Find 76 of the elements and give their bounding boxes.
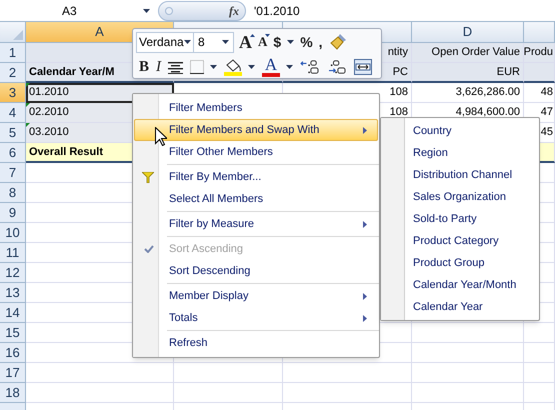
dropdown-caret-icon (143, 8, 150, 12)
funnel-icon (142, 172, 154, 182)
merge-cells-icon (354, 59, 372, 75)
borders-icon (190, 60, 204, 74)
row-header[interactable]: 4 (0, 103, 26, 123)
center-align-icon (168, 60, 184, 74)
submenu-item[interactable]: Distribution Channel (381, 164, 539, 186)
table-cell: Produ (524, 43, 555, 63)
table-cell: EUR (412, 63, 524, 83)
table-cell: 48 (524, 83, 555, 103)
row-header[interactable]: 18 (0, 383, 26, 403)
dropdown-caret-icon (286, 65, 294, 69)
table-cell (524, 363, 555, 383)
grow-font-button[interactable]: A (236, 31, 255, 53)
menu-item[interactable]: Select All Members (134, 188, 378, 210)
menu-item[interactable]: Sort Descending (134, 260, 378, 282)
row-header[interactable]: 10 (0, 223, 26, 243)
row-header[interactable]: 6 (0, 143, 26, 163)
decrease-decimal-icon (327, 59, 348, 75)
row-header[interactable]: 17 (0, 363, 26, 383)
submenu-item[interactable]: Calendar Year/Month (381, 274, 539, 296)
row-header[interactable]: 14 (0, 303, 26, 323)
down-caret-icon (265, 34, 270, 37)
font-size-dropdown[interactable]: 8 (194, 32, 234, 52)
submenu-item[interactable]: Region (381, 142, 539, 164)
row-header[interactable]: 15 (0, 323, 26, 343)
submenu-arrow-icon (363, 220, 367, 228)
submenu-item[interactable]: Sales Organization (381, 186, 539, 208)
row-header[interactable]: 2 (0, 63, 26, 83)
paintbrush-icon (328, 33, 347, 51)
row-header[interactable]: 7 (0, 163, 26, 183)
row-header[interactable]: 11 (0, 243, 26, 263)
submenu-item[interactable]: Calendar Year (381, 296, 539, 318)
row-header[interactable]: 9 (0, 203, 26, 223)
table-cell: 3,626,286.00 (412, 83, 524, 103)
table-cell (524, 63, 555, 83)
table-cell: Open Order Value (412, 43, 524, 63)
color-bar-icon (262, 73, 280, 77)
dropdown-caret-icon (248, 65, 256, 69)
paint-bucket-icon (224, 58, 242, 76)
row-header[interactable]: 13 (0, 283, 26, 303)
menu-item[interactable]: Member Display (134, 285, 378, 307)
formula-input[interactable]: '01.2010 (254, 2, 300, 20)
font-name-dropdown[interactable]: Verdana (136, 32, 194, 52)
submenu-arrow-icon (363, 126, 367, 134)
row-header[interactable]: 1 (0, 43, 26, 63)
menu-item[interactable]: Refresh (134, 332, 378, 354)
dropdown-caret-icon (210, 65, 218, 69)
mouse-cursor-icon (155, 127, 167, 146)
submenu-arrow-icon (363, 292, 367, 300)
row-header[interactable]: 3 (0, 83, 26, 103)
function-label[interactable]: fx (229, 2, 239, 20)
submenu-arrow-icon (363, 314, 367, 322)
up-caret-icon (250, 34, 255, 37)
row-header[interactable]: 12 (0, 263, 26, 283)
row-header[interactable]: 5 (0, 123, 26, 143)
menu-item[interactable]: Filter Members and Swap With (134, 119, 378, 141)
corner-triangle-icon (13, 30, 23, 40)
row-header[interactable]: 8 (0, 183, 26, 203)
table-cell (524, 323, 555, 343)
menu-item[interactable]: Filter By Member... (134, 166, 378, 188)
submenu-item[interactable]: Sold-to Party (381, 208, 539, 230)
menu-item[interactable]: Filter by Measure (134, 213, 378, 235)
increase-decimal-icon (300, 59, 320, 75)
checkmark-icon (144, 245, 154, 253)
menu-item[interactable]: Totals (134, 307, 378, 329)
row-header[interactable]: 16 (0, 343, 26, 363)
submenu-item[interactable]: Product Category (381, 230, 539, 252)
column-header[interactable]: D (412, 22, 524, 42)
table-cell (524, 343, 555, 363)
dropdown-caret-icon (184, 40, 191, 44)
splitter-handle-icon (165, 6, 173, 14)
name-box[interactable]: A3 (0, 0, 158, 21)
submenu-item[interactable]: Product Group (381, 252, 539, 274)
dropdown-caret-icon (222, 40, 229, 44)
shrink-font-button[interactable]: A (255, 31, 270, 53)
